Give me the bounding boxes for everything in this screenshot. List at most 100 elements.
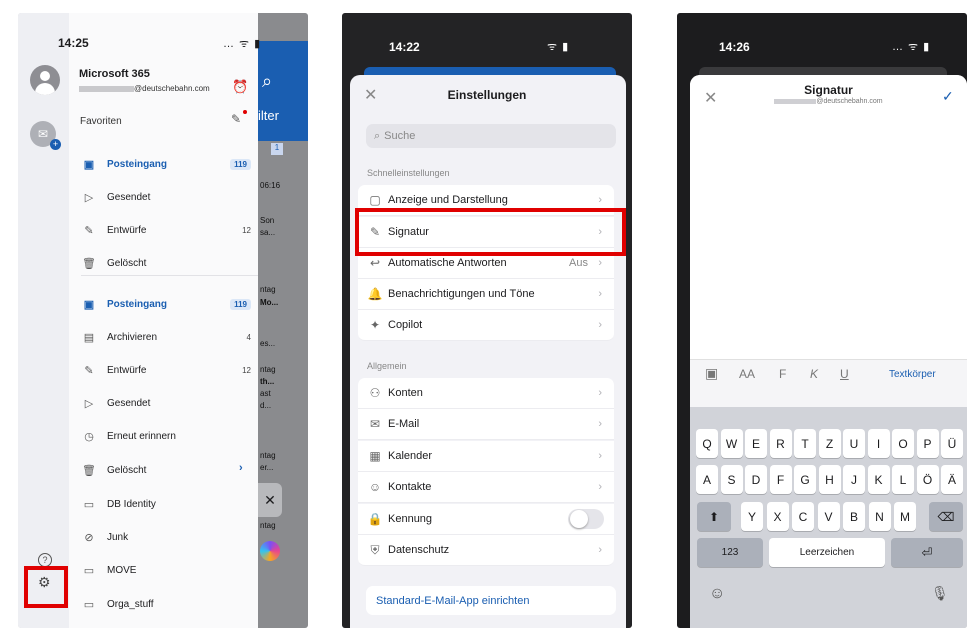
settings-item[interactable]: 🔒 Kennung: [358, 504, 614, 535]
bold-button[interactable]: F: [779, 367, 786, 381]
emoji-icon[interactable]: ☺: [709, 585, 725, 603]
settings-item[interactable]: 🔔 Benachrichtigungen und Töne ›: [358, 279, 614, 310]
return-key[interactable]: ⏎: [891, 538, 963, 567]
default-mail-app-link[interactable]: Standard-E-Mail-App einrichten: [366, 586, 616, 615]
confirm-checkmark-icon[interactable]: ✓: [942, 88, 954, 105]
folder-item[interactable]: ▣ Posteingang 119: [81, 293, 261, 315]
key-z[interactable]: Z: [818, 429, 841, 458]
key-e[interactable]: E: [745, 429, 767, 458]
key-o[interactable]: O: [892, 429, 914, 458]
lock-icon: 🔒: [367, 512, 383, 526]
key-f[interactable]: F: [769, 465, 792, 494]
phone-panel-settings: 14:22 ᯤ ▮ ✕ Einstellungen ⌕ Suche Schnel…: [342, 13, 632, 628]
folder-item[interactable]: ✎ Entwürfe 12: [81, 219, 261, 241]
folder-item[interactable]: ✎ Entwürfe 12: [81, 359, 261, 381]
signature-editor[interactable]: [690, 123, 967, 359]
signature-title: Signatur: [804, 83, 853, 97]
folder-item[interactable]: ▣ Posteingang 119: [81, 153, 261, 175]
key-r[interactable]: R: [769, 429, 792, 458]
mail-time: 06:16: [260, 181, 281, 190]
underline-button[interactable]: U: [840, 367, 849, 381]
key-a[interactable]: A: [696, 465, 718, 494]
settings-item[interactable]: ✦ Copilot ›: [358, 310, 614, 341]
key-t[interactable]: T: [794, 429, 816, 458]
chevron-right-icon: ›: [598, 544, 602, 556]
key-d[interactable]: D: [745, 465, 767, 494]
avatar[interactable]: [30, 65, 60, 95]
key-w[interactable]: W: [720, 429, 743, 458]
folder-label: Orga_stuff: [107, 598, 154, 610]
folder-item[interactable]: ▭ Orga_stuff: [81, 593, 261, 615]
folder-label: Entwürfe: [107, 364, 147, 376]
key-k[interactable]: K: [867, 465, 890, 494]
alarm-clock-icon[interactable]: ⏰: [232, 79, 248, 95]
shift-key[interactable]: ⬆: [697, 502, 731, 531]
text-style-button[interactable]: Textkörper: [889, 369, 936, 380]
status-icons: … ᯤ ▮: [223, 38, 262, 50]
key-n[interactable]: N: [868, 502, 891, 531]
key-b[interactable]: B: [843, 502, 865, 531]
key-x[interactable]: X: [766, 502, 789, 531]
copilot-icon[interactable]: [260, 541, 280, 561]
folder-item[interactable]: ▭ DB Identity: [81, 493, 261, 515]
microphone-icon[interactable]: 🎙: [931, 585, 949, 602]
close-icon[interactable]: ✕: [258, 483, 282, 517]
key-y[interactable]: Y: [741, 502, 763, 531]
settings-item[interactable]: ⛨ Datenschutz ›: [358, 535, 614, 566]
italic-button[interactable]: K: [810, 367, 818, 381]
image-icon[interactable]: ▣: [705, 365, 718, 382]
folder-count: 12: [242, 225, 251, 235]
redacted-text: [774, 98, 817, 104]
folder-label: MOVE: [107, 564, 137, 576]
folder-item[interactable]: ▷ Gesendet: [81, 392, 261, 414]
key-ä[interactable]: Ä: [941, 465, 963, 494]
status-time: 14:22: [389, 40, 420, 54]
key-h[interactable]: H: [818, 465, 841, 494]
key-g[interactable]: G: [794, 465, 816, 494]
format-toolbar: [690, 359, 967, 407]
draft-icon: ✎: [84, 364, 94, 377]
folder-item[interactable]: ⊘ Junk: [81, 526, 261, 548]
key-v[interactable]: V: [817, 502, 840, 531]
settings-item[interactable]: ⚇ Konten ›: [358, 378, 614, 409]
chevron-right-icon: ›: [598, 481, 602, 493]
settings-item[interactable]: ▦ Kalender ›: [358, 441, 614, 472]
folder-label: Junk: [107, 531, 129, 543]
key-s[interactable]: S: [720, 465, 743, 494]
key-u[interactable]: U: [843, 429, 865, 458]
chevron-right-icon: ›: [598, 288, 602, 300]
key-c[interactable]: C: [792, 502, 814, 531]
mail-snippet: Mo...: [260, 298, 279, 307]
search-input[interactable]: ⌕ Suche: [366, 124, 616, 148]
font-size-icon[interactable]: AA: [739, 367, 755, 381]
archive-icon: ▤: [83, 331, 95, 344]
folder-item[interactable]: ◷ Erneut erinnern: [81, 425, 261, 447]
search-icon[interactable]: ⌕: [262, 71, 272, 92]
space-key[interactable]: Leerzeichen: [769, 538, 885, 567]
chevron-right-icon[interactable]: ›: [239, 462, 243, 474]
key-p[interactable]: P: [916, 429, 939, 458]
folder-item[interactable]: ▷ Gesendet: [81, 186, 261, 208]
signature-account-email: @deutschebahn.com: [690, 98, 967, 105]
settings-item[interactable]: ☺ Kontakte ›: [358, 472, 614, 503]
key-ü[interactable]: Ü: [941, 429, 963, 458]
edit-pencil-icon[interactable]: ✎: [231, 112, 241, 126]
plus-icon[interactable]: +: [50, 139, 61, 150]
settings-item-label: Kennung: [388, 513, 433, 525]
folder-item[interactable]: ▤ Archivieren 4: [81, 326, 261, 348]
folder-item[interactable]: 🗑 Gelöscht: [81, 252, 261, 274]
key-j[interactable]: J: [843, 465, 865, 494]
mail-snippet: ntag: [260, 365, 276, 374]
delete-key[interactable]: ⌫: [929, 502, 963, 531]
filter-label[interactable]: ilter: [258, 108, 279, 123]
help-icon[interactable]: ?: [38, 553, 52, 567]
key-ö[interactable]: Ö: [916, 465, 939, 494]
key-l[interactable]: L: [892, 465, 914, 494]
folder-item[interactable]: ▭ MOVE: [81, 559, 261, 581]
key-q[interactable]: Q: [696, 429, 718, 458]
settings-item[interactable]: ✉ E-Mail ›: [358, 409, 614, 440]
numbers-key[interactable]: 123: [697, 538, 763, 567]
key-i[interactable]: I: [867, 429, 890, 458]
folder-item[interactable]: 🗑 Gelöscht: [81, 459, 261, 481]
key-m[interactable]: M: [894, 502, 916, 531]
